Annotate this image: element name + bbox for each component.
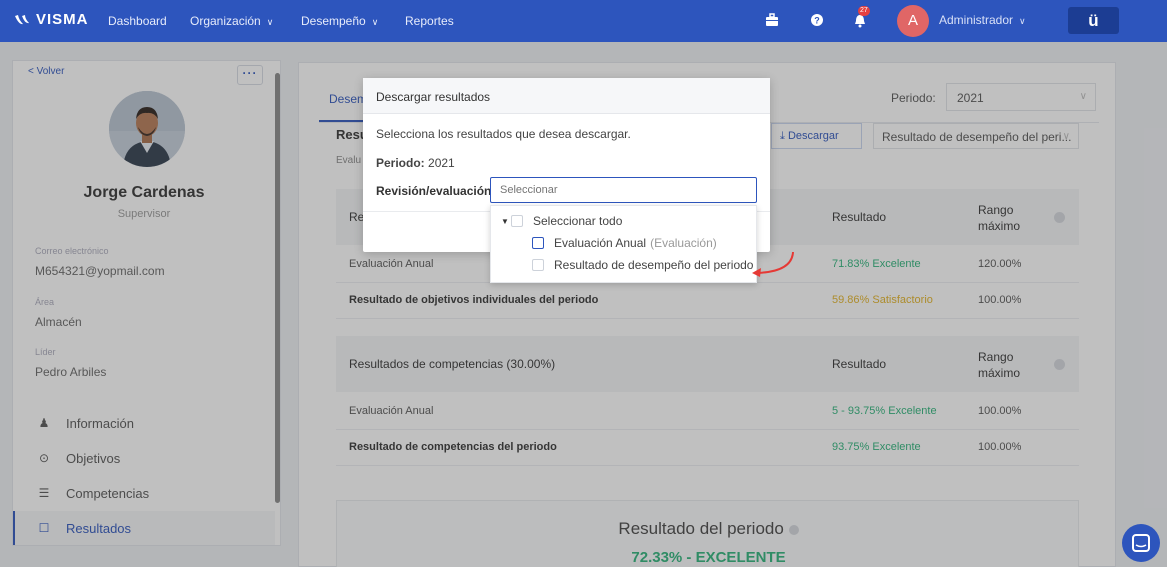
visma-logo-icon bbox=[15, 14, 29, 24]
visma-logo[interactable]: VISMA bbox=[14, 11, 89, 28]
review-field-label: Revisión/evaluación* bbox=[376, 184, 497, 198]
nav-desempeno-label: Desempeño bbox=[301, 14, 366, 28]
notification-badge: 27 bbox=[858, 6, 870, 16]
apps-button-label: ü bbox=[1088, 11, 1099, 30]
brand-name: VISMA bbox=[36, 11, 89, 28]
caret-down-icon[interactable]: ▼ bbox=[501, 217, 511, 226]
review-select-input[interactable] bbox=[490, 177, 757, 203]
evaluacion-anual-checkbox[interactable] bbox=[532, 237, 544, 249]
nav-desempeno[interactable]: Desempeño ∨ bbox=[301, 14, 378, 28]
chat-button[interactable] bbox=[1122, 524, 1160, 562]
user-name: Administrador bbox=[939, 13, 1014, 27]
top-navbar: VISMA Dashboard Organización ∨ Desempeño ∨… bbox=[0, 0, 1167, 42]
option-label: Resultado de desempeño del periodo bbox=[554, 258, 754, 272]
dialog-periodo: Periodo: 2021 bbox=[376, 156, 455, 170]
select-all-label: Seleccionar todo bbox=[533, 214, 623, 228]
briefcase-icon[interactable] bbox=[764, 12, 780, 28]
option-suffix: (Evaluación) bbox=[650, 236, 717, 250]
chevron-down-icon: ∨ bbox=[371, 17, 379, 27]
nav-organizacion[interactable]: Organización ∨ bbox=[190, 14, 273, 28]
dialog-instructions: Selecciona los resultados que desea desc… bbox=[376, 127, 631, 141]
chevron-down-icon: ∨ bbox=[1019, 16, 1026, 26]
nav-reportes[interactable]: Reportes bbox=[405, 14, 454, 28]
nav-dashboard-label: Dashboard bbox=[108, 14, 167, 28]
svg-text:?: ? bbox=[814, 16, 820, 26]
nav-reportes-label: Reportes bbox=[405, 14, 454, 28]
nav-organizacion-label: Organización bbox=[190, 14, 261, 28]
option-resultado-desempeno[interactable]: Resultado de desempeño del periodo bbox=[532, 254, 753, 276]
avatar-initial: A bbox=[907, 12, 918, 29]
annotation-arrow-icon bbox=[752, 251, 794, 277]
help-icon[interactable]: ? bbox=[809, 12, 825, 28]
dialog-periodo-value: 2021 bbox=[428, 156, 455, 170]
option-evaluacion-anual[interactable]: Evaluación Anual (Evaluación) bbox=[532, 232, 717, 254]
select-all-checkbox[interactable] bbox=[511, 215, 523, 227]
dialog-periodo-label: Periodo: bbox=[376, 156, 425, 170]
resultado-desempeno-checkbox[interactable] bbox=[532, 259, 544, 271]
review-options-dropdown: ▼ Seleccionar todo Evaluación Anual (Eva… bbox=[490, 205, 757, 283]
chat-icon bbox=[1132, 534, 1150, 552]
select-all-option[interactable]: ▼ Seleccionar todo bbox=[491, 210, 622, 232]
user-menu[interactable]: Administrador ∨ bbox=[939, 13, 1026, 27]
chevron-down-icon: ∨ bbox=[266, 17, 274, 27]
nav-dashboard[interactable]: Dashboard bbox=[108, 14, 167, 28]
dialog-title: Descargar resultados bbox=[363, 78, 770, 114]
option-label: Evaluación Anual bbox=[554, 236, 647, 250]
user-avatar[interactable]: A bbox=[897, 5, 929, 37]
apps-button[interactable]: ü bbox=[1068, 7, 1119, 34]
